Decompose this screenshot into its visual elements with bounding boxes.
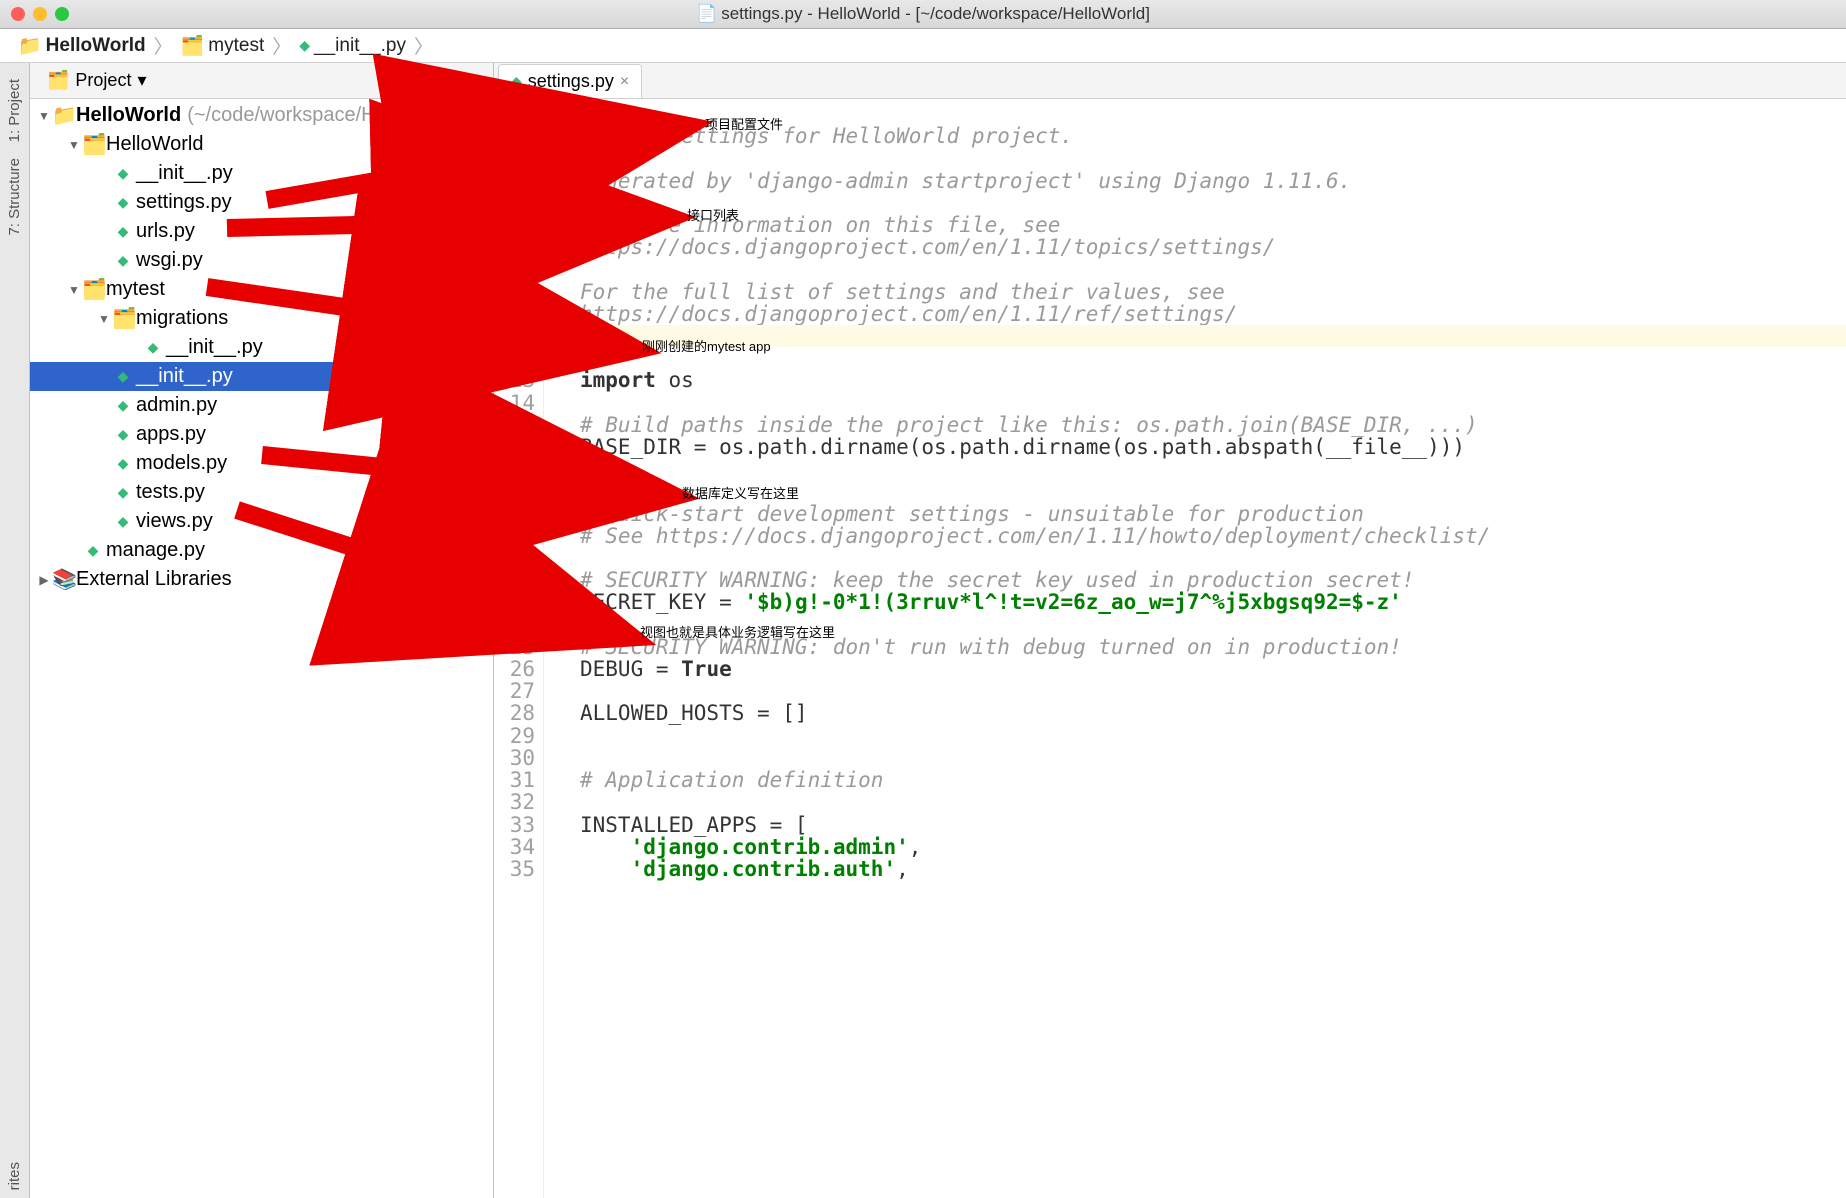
annotation-arrow: [227, 218, 660, 228]
annotation-arrow: [207, 287, 626, 348]
annotation-label: 接口列表: [687, 205, 739, 224]
annotation-label: 刚刚创建的mytest app: [642, 336, 771, 355]
annotation-arrow: [237, 510, 622, 634]
annotation-arrow: [267, 128, 678, 200]
annotation-arrow: [262, 455, 664, 495]
annotation-label: 项目配置文件: [705, 114, 783, 133]
annotation-label: 数据库定义写在这里: [682, 483, 799, 502]
annotation-overlay: [0, 0, 1846, 1198]
annotation-label: 视图也就是具体业务逻辑写在这里: [640, 622, 835, 641]
